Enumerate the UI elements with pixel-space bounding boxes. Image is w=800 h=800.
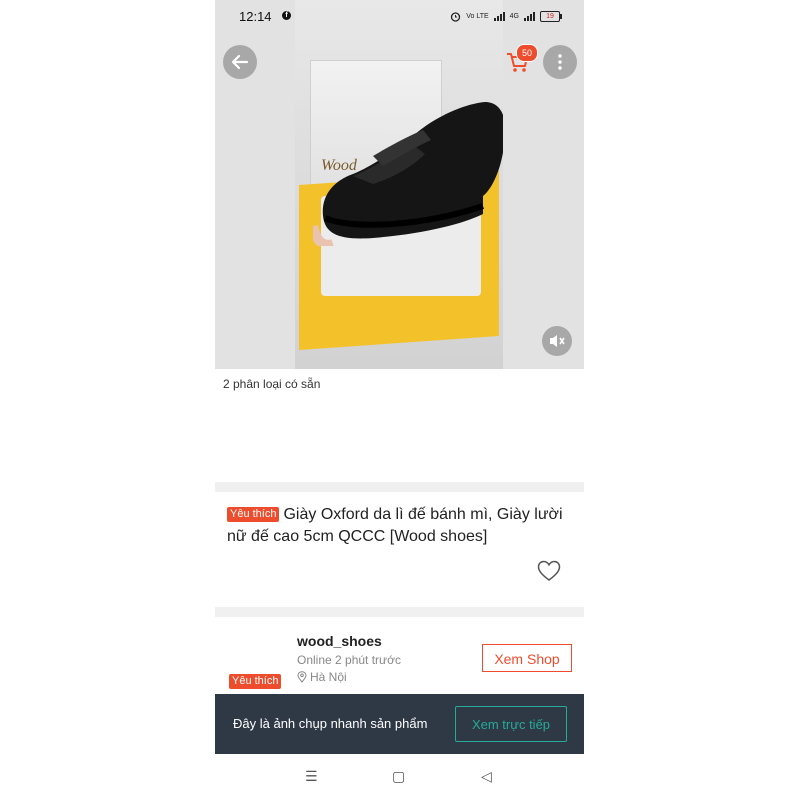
- menu-nav-icon[interactable]: ☰: [305, 768, 318, 785]
- system-nav-bar: ☰ ▢ ◁: [215, 754, 584, 800]
- variants-count[interactable]: 2 phân loại có sẵn: [223, 377, 320, 391]
- facebook-notification-icon: f: [282, 11, 291, 20]
- back-arrow-icon: [231, 54, 249, 70]
- mute-button[interactable]: [542, 326, 572, 356]
- back-button[interactable]: [223, 45, 257, 79]
- cart-count-badge: 50: [516, 44, 538, 62]
- alarm-icon: [451, 11, 461, 22]
- view-shop-button[interactable]: Xem Shop: [482, 644, 572, 672]
- product-photo: Wood: [295, 0, 503, 369]
- shop-online-status: Online 2 phút trước: [297, 653, 401, 667]
- signal-icon-2: [524, 11, 535, 21]
- status-icons: Vo LTE 4G 19: [450, 8, 562, 24]
- section-divider-2: [215, 607, 584, 617]
- status-bar: 12:14 f Vo LTE 4G 19: [215, 0, 584, 32]
- more-options-button[interactable]: [543, 45, 577, 79]
- heart-icon[interactable]: [537, 560, 561, 582]
- network-type-label: 4G: [509, 12, 519, 20]
- view-live-button[interactable]: Xem trực tiếp: [455, 706, 567, 742]
- shop-location-text: Hà Nội: [310, 670, 347, 684]
- location-pin-icon: [297, 671, 307, 683]
- signal-icon: [493, 11, 505, 21]
- battery-icon: 19: [540, 10, 562, 22]
- favorite-tag: Yêu thích: [227, 507, 280, 522]
- section-divider: [215, 482, 584, 492]
- back-nav-icon[interactable]: ◁: [481, 768, 492, 785]
- snapshot-text: Đây là ảnh chụp nhanh sản phẩm: [233, 716, 428, 731]
- phone-screen: Wood 12:14 f Vo LTE 4G 19 50 2 phân loại…: [215, 0, 584, 800]
- mute-icon: [550, 335, 565, 347]
- shop-favorite-tag: Yêu thích: [229, 674, 282, 689]
- product-title-block: Yêu thích Giày Oxford da lì đế bánh mì, G…: [227, 504, 572, 548]
- home-nav-icon[interactable]: ▢: [392, 768, 405, 785]
- volte-label: Vo LTE: [466, 12, 489, 20]
- shop-name[interactable]: wood_shoes: [297, 633, 382, 649]
- snapshot-banner: Đây là ảnh chụp nhanh sản phẩm Xem trực …: [215, 694, 584, 754]
- shop-info: wood_shoes Online 2 phút trước Hà Nội Yê…: [215, 619, 584, 694]
- shoe-image: [313, 102, 503, 246]
- more-vertical-icon: [558, 54, 562, 70]
- shop-location: Hà Nội: [297, 670, 347, 684]
- status-time: 12:14: [239, 9, 272, 24]
